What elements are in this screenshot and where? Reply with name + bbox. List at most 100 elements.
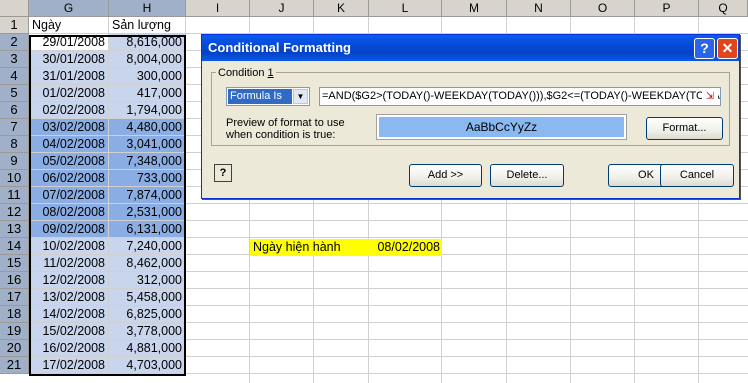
quantity-cell[interactable]: 312,000 [109, 272, 186, 289]
date-cell[interactable]: 30/01/2008 [29, 51, 109, 68]
gridline [186, 271, 748, 272]
quantity-cell[interactable]: 3,778,000 [109, 323, 186, 340]
column-header-i[interactable]: I [186, 0, 250, 17]
preview-sample-text: AaBbCcYyZz [379, 117, 624, 137]
help-button-icon[interactable]: ? [214, 164, 232, 182]
gridline [186, 339, 748, 340]
quantity-cell[interactable]: 8,462,000 [109, 255, 186, 272]
quantity-cell[interactable]: 8,004,000 [109, 51, 186, 68]
date-cell[interactable]: 13/02/2008 [29, 289, 109, 306]
gridline [186, 203, 748, 204]
row-header[interactable]: 1 [0, 17, 29, 34]
row-header[interactable]: 16 [0, 272, 29, 289]
row-header[interactable]: 19 [0, 323, 29, 340]
column-header-o[interactable]: O [571, 0, 635, 17]
row-header[interactable]: 3 [0, 51, 29, 68]
date-cell[interactable]: 02/02/2008 [29, 102, 109, 119]
date-cell[interactable]: 15/02/2008 [29, 323, 109, 340]
column-header-m[interactable]: M [442, 0, 507, 17]
date-cell[interactable]: 16/02/2008 [29, 340, 109, 357]
date-cell[interactable]: 12/02/2008 [29, 272, 109, 289]
date-cell[interactable]: 17/02/2008 [29, 357, 109, 374]
row-header[interactable]: 17 [0, 289, 29, 306]
row-header[interactable]: 14 [0, 238, 29, 255]
header-cell-ngay[interactable]: Ngày [29, 17, 109, 34]
row-header[interactable]: 18 [0, 306, 29, 323]
date-cell[interactable]: 05/02/2008 [29, 153, 109, 170]
date-cell[interactable]: 04/02/2008 [29, 136, 109, 153]
gridline [186, 373, 748, 374]
quantity-cell[interactable]: 8,616,000 [109, 34, 186, 51]
date-cell[interactable]: 31/01/2008 [29, 68, 109, 85]
date-cell[interactable]: 07/02/2008 [29, 187, 109, 204]
quantity-cell[interactable]: 7,240,000 [109, 238, 186, 255]
row-header[interactable]: 9 [0, 153, 29, 170]
quantity-cell[interactable]: 6,131,000 [109, 221, 186, 238]
select-all-corner[interactable] [0, 0, 29, 17]
row-header[interactable]: 5 [0, 85, 29, 102]
current-date-label[interactable]: Ngày hiện hành [250, 239, 369, 256]
preview-label: Preview of format to use when condition … [226, 117, 345, 141]
formula-input[interactable]: =AND($G2>(TODAY()-WEEKDAY(TODAY())),$G2<… [319, 87, 721, 106]
quantity-cell[interactable]: 417,000 [109, 85, 186, 102]
quantity-cell[interactable]: 3,041,000 [109, 136, 186, 153]
quantity-cell[interactable]: 300,000 [109, 68, 186, 85]
date-cell[interactable]: 01/02/2008 [29, 85, 109, 102]
row-header[interactable]: 10 [0, 170, 29, 187]
close-icon[interactable]: ✕ [717, 38, 738, 59]
date-cell[interactable]: 10/02/2008 [29, 238, 109, 255]
date-cell[interactable]: 08/02/2008 [29, 204, 109, 221]
column-header-p[interactable]: P [635, 0, 699, 17]
help-icon[interactable]: ? [694, 38, 715, 59]
column-header-j[interactable]: J [250, 0, 314, 17]
column-header-n[interactable]: N [507, 0, 571, 17]
collapse-dialog-icon[interactable]: ⇲ [702, 89, 718, 104]
quantity-cell[interactable]: 4,480,000 [109, 119, 186, 136]
quantity-cell[interactable]: 6,825,000 [109, 306, 186, 323]
row-header[interactable]: 12 [0, 204, 29, 221]
condition-type-value: Formula Is [228, 89, 292, 104]
quantity-cell[interactable]: 733,000 [109, 170, 186, 187]
date-cell[interactable]: 11/02/2008 [29, 255, 109, 272]
quantity-cell[interactable]: 4,881,000 [109, 340, 186, 357]
column-header-h[interactable]: H [109, 0, 186, 17]
date-cell[interactable]: 29/01/2008 [29, 34, 109, 51]
current-date-value[interactable]: 08/02/2008 [369, 239, 442, 256]
quantity-cell[interactable]: 7,874,000 [109, 187, 186, 204]
gridline [186, 220, 748, 221]
row-header[interactable]: 8 [0, 136, 29, 153]
quantity-cell[interactable]: 7,348,000 [109, 153, 186, 170]
column-header-q[interactable]: Q [699, 0, 748, 17]
date-cell[interactable]: 14/02/2008 [29, 306, 109, 323]
row-header[interactable]: 11 [0, 187, 29, 204]
conditional-formatting-dialog: Conditional Formatting ? ✕ Condition 1 F… [201, 34, 740, 199]
row-header[interactable]: 13 [0, 221, 29, 238]
quantity-cell[interactable]: 2,531,000 [109, 204, 186, 221]
row-header[interactable]: 6 [0, 102, 29, 119]
column-header-g[interactable]: G [29, 0, 109, 17]
row-header[interactable]: 20 [0, 340, 29, 357]
condition-type-select[interactable]: Formula Is ▼ [226, 87, 310, 106]
row-header[interactable]: 15 [0, 255, 29, 272]
quantity-cell[interactable]: 1,794,000 [109, 102, 186, 119]
date-cell[interactable]: 03/02/2008 [29, 119, 109, 136]
column-header-l[interactable]: L [369, 0, 442, 17]
add-button[interactable]: Add >> [409, 164, 482, 187]
column-header-k[interactable]: K [314, 0, 369, 17]
date-cell[interactable]: 09/02/2008 [29, 221, 109, 238]
format-preview: AaBbCcYyZz [376, 114, 627, 140]
cancel-button[interactable]: Cancel [660, 164, 734, 187]
quantity-cell[interactable]: 5,458,000 [109, 289, 186, 306]
row-header[interactable]: 7 [0, 119, 29, 136]
row-header[interactable]: 21 [0, 357, 29, 374]
chevron-down-icon[interactable]: ▼ [293, 89, 308, 104]
row-header[interactable]: 2 [0, 34, 29, 51]
gridline [186, 356, 748, 357]
row-header[interactable]: 4 [0, 68, 29, 85]
date-cell[interactable]: 06/02/2008 [29, 170, 109, 187]
dialog-title: Conditional Formatting [202, 35, 739, 61]
header-cell-san-luong[interactable]: Sản lượng [109, 17, 186, 34]
delete-button[interactable]: Delete... [490, 164, 564, 187]
format-button[interactable]: Format... [646, 117, 723, 140]
quantity-cell[interactable]: 4,703,000 [109, 357, 186, 374]
